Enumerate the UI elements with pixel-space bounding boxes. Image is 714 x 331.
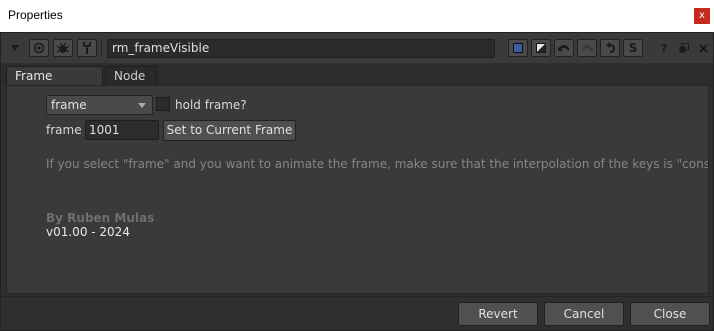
chevron-down-icon [138,103,146,108]
window-titlebar: Properties x [0,0,714,32]
properties-panel: rm_frameVisible S ? Frame Visible Node [0,32,714,331]
hold-frame-checkbox[interactable] [156,97,170,111]
redo-icon[interactable] [577,39,597,57]
footer-divider [1,296,713,297]
target-icon[interactable] [29,39,49,57]
collapse-icon[interactable] [5,39,25,57]
tab-content: frame hold frame? frame 1001 Set to Curr… [6,85,709,294]
frame-label: frame [46,123,82,137]
color-swatch-fill [513,43,523,53]
s-icon[interactable]: S [623,39,643,57]
cancel-button[interactable]: Cancel [544,302,624,326]
close-button[interactable]: Close [630,302,710,326]
version-text: v01.00 - 2024 [46,225,130,239]
node-color-icon[interactable] [531,39,551,57]
author-text: By Ruben Mulas [46,211,155,225]
window-close-button[interactable]: x [694,8,710,24]
wrench-icon[interactable] [77,39,97,57]
frame-input[interactable]: 1001 [85,120,159,140]
node-toolbar: rm_frameVisible S ? [1,33,713,63]
tab-frame-visible[interactable]: Frame Visible [6,66,103,101]
undo-icon[interactable] [554,39,574,57]
color-swatch-icon[interactable] [508,39,528,57]
set-current-frame-button[interactable]: Set to Current Frame [163,120,296,141]
bug-icon[interactable] [53,39,73,57]
help-icon[interactable]: ? [654,39,674,57]
node-name-field[interactable]: rm_frameVisible [107,39,495,58]
window-title: Properties [8,8,63,22]
mode-select-value: frame [51,98,87,112]
float-icon[interactable] [674,39,694,57]
close-icon[interactable] [693,39,713,57]
mode-select[interactable]: frame [46,95,153,115]
revert-arrow-icon[interactable] [600,39,620,57]
info-text: If you select "frame" and you want to an… [46,157,708,171]
tab-node[interactable]: Node [105,66,157,85]
hold-frame-label: hold frame? [175,98,247,112]
revert-button[interactable]: Revert [458,302,538,326]
toolbar-separator [101,39,102,57]
tab-bar: Frame Visible Node [1,64,713,101]
